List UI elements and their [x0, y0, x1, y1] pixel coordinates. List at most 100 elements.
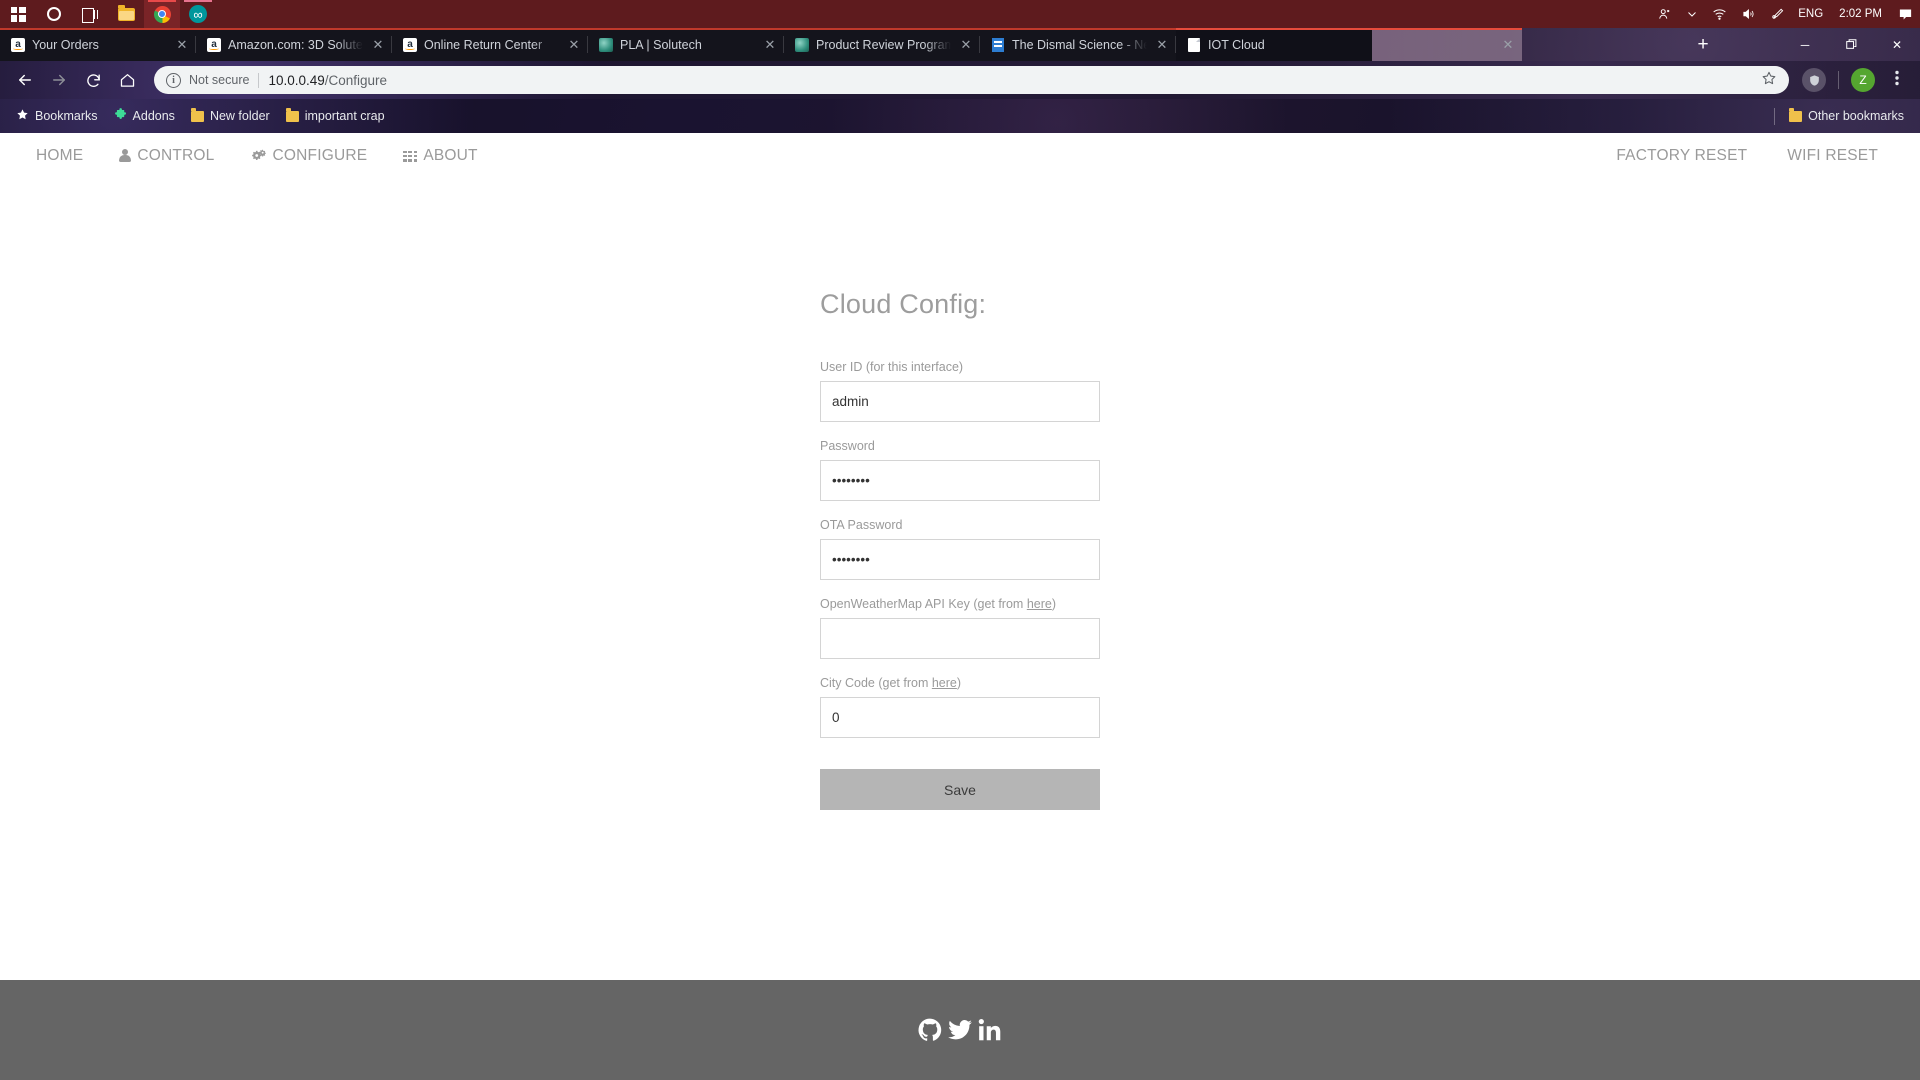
url-path: /Configure [324, 72, 388, 88]
reload-button[interactable] [76, 63, 110, 97]
show-hidden-icons-button[interactable] [1679, 0, 1705, 28]
forward-button[interactable] [42, 63, 76, 97]
browser-tab-partial[interactable]: ✕ [1372, 28, 1522, 61]
field-label-city-code: City Code (get from here) [820, 676, 1100, 690]
notification-icon[interactable] [1891, 0, 1920, 28]
tab-close-icon[interactable]: ✕ [174, 37, 190, 53]
url-text: 10.0.0.49/Configure [268, 73, 387, 88]
people-icon[interactable] [1651, 0, 1679, 28]
other-bookmarks-area: Other bookmarks [1774, 105, 1912, 127]
restore-button[interactable] [1828, 28, 1874, 61]
tab-title: The Dismal Science - New, Excitin [1012, 37, 1147, 52]
nav-label: FACTORY RESET [1616, 147, 1748, 164]
nav-item-home[interactable]: HOME [18, 147, 101, 165]
browser-tab[interactable]: a Amazon.com: 3D Solutech Real W ✕ [196, 28, 392, 61]
pen-icon[interactable] [1763, 0, 1791, 28]
city-code-input[interactable] [820, 697, 1100, 738]
chrome-icon [153, 5, 171, 23]
tab-title: PLA | Solutech [620, 37, 702, 52]
browser-tab[interactable]: Product Review Program | Solute ✕ [784, 28, 980, 61]
field-city-code: City Code (get from here) [820, 676, 1100, 738]
label-text: Password [820, 439, 875, 453]
city-code-here-link[interactable]: here [932, 676, 957, 690]
navbar-left-links: HOME CONTROL CONFIGURE ABOUT [18, 147, 496, 165]
github-icon[interactable] [917, 1017, 943, 1043]
nav-item-control[interactable]: CONTROL [101, 147, 232, 165]
address-bar[interactable]: i Not secure 10.0.0.49/Configure [154, 66, 1789, 94]
chrome-window: a Your Orders ✕ a Amazon.com: 3D Solutec… [0, 28, 1920, 133]
bookmark-folder-important-crap[interactable]: important crap [278, 105, 393, 127]
language-indicator[interactable]: ENG [1791, 0, 1830, 28]
page-content: HOME CONTROL CONFIGURE ABOUT FACTORY RES… [0, 133, 1920, 1080]
amazon-icon: a [11, 37, 25, 52]
bookmark-folder-new-folder[interactable]: New folder [183, 105, 278, 127]
extension-shield-button[interactable] [1797, 63, 1831, 97]
twitter-icon[interactable] [947, 1017, 973, 1043]
browser-tab[interactable]: The Dismal Science - New, Excitin ✕ [980, 28, 1176, 61]
site-footer [0, 980, 1920, 1080]
user-id-input[interactable] [820, 381, 1100, 422]
main-content: Cloud Config: User ID (for this interfac… [0, 179, 1920, 810]
minimize-button[interactable]: ─ [1782, 28, 1828, 61]
field-openweathermap-api-key: OpenWeatherMap API Key (get from here) [820, 597, 1100, 659]
cortana-button[interactable] [36, 0, 72, 28]
bookmark-item-addons[interactable]: Addons [106, 104, 183, 128]
openweathermap-here-link[interactable]: here [1027, 597, 1052, 611]
field-password: Password [820, 439, 1100, 501]
file-explorer-button[interactable] [108, 0, 144, 28]
label-text: City Code (get from [820, 676, 932, 690]
tab-close-icon[interactable]: ✕ [370, 37, 386, 53]
tab-close-icon[interactable]: ✕ [566, 37, 582, 53]
bookmark-label: important crap [304, 109, 385, 123]
task-view-button[interactable] [72, 0, 108, 28]
tab-close-icon[interactable]: ✕ [762, 37, 778, 53]
omnibox-divider [258, 72, 260, 88]
home-button[interactable] [110, 63, 144, 97]
tab-close-icon[interactable]: ✕ [958, 37, 974, 53]
nav-item-configure[interactable]: CONFIGURE [233, 147, 386, 165]
browser-tab[interactable]: PLA | Solutech ✕ [588, 28, 784, 61]
amazon-icon: a [207, 37, 221, 52]
chrome-menu-button[interactable] [1880, 63, 1914, 97]
bookmark-item-bookmarks[interactable]: Bookmarks [8, 104, 106, 128]
browser-tab-active[interactable]: IOT Cloud [1176, 28, 1372, 61]
gears-icon [251, 149, 267, 163]
nav-item-wifi-reset[interactable]: WIFI RESET [1767, 147, 1898, 165]
speaker-icon[interactable] [1734, 0, 1763, 28]
ota-password-input[interactable] [820, 539, 1100, 580]
new-tab-button[interactable]: + [1690, 34, 1716, 56]
tab-close-icon[interactable]: ✕ [1500, 37, 1516, 53]
chrome-taskbar-button[interactable] [144, 0, 180, 28]
linkedin-icon[interactable] [977, 1017, 1003, 1043]
start-button[interactable] [0, 0, 36, 28]
save-button[interactable]: Save [820, 769, 1100, 810]
field-label-ota-password: OTA Password [820, 518, 1100, 532]
folder-icon [1789, 108, 1803, 122]
other-bookmarks-button[interactable]: Other bookmarks [1781, 105, 1912, 127]
back-button[interactable] [8, 63, 42, 97]
other-bookmarks-label: Other bookmarks [1808, 109, 1904, 123]
close-button[interactable]: ✕ [1874, 28, 1920, 61]
nav-item-factory-reset[interactable]: FACTORY RESET [1596, 147, 1767, 165]
folder-icon [117, 4, 135, 21]
circle-search-icon [47, 7, 61, 21]
clock[interactable]: 2:02 PM [1830, 8, 1891, 20]
browser-tab[interactable]: a Online Return Center ✕ [392, 28, 588, 61]
tab-title: Your Orders [32, 37, 99, 52]
info-circle-icon[interactable]: i [166, 72, 181, 88]
folder-icon [285, 108, 299, 122]
label-suffix: ) [956, 676, 962, 690]
openweathermap-api-key-input[interactable] [820, 618, 1100, 659]
tab-close-icon[interactable]: ✕ [1154, 37, 1170, 53]
star-icon[interactable] [1761, 70, 1777, 90]
profile-button[interactable]: Z [1846, 63, 1880, 97]
field-user-id: User ID (for this interface) [820, 360, 1100, 422]
arduino-icon [189, 5, 207, 23]
nav-item-about[interactable]: ABOUT [385, 147, 495, 165]
cloud-config-form: Cloud Config: User ID (for this interfac… [820, 289, 1100, 810]
arduino-taskbar-button[interactable] [180, 0, 216, 28]
password-input[interactable] [820, 460, 1100, 501]
nav-label: CONFIGURE [272, 147, 368, 164]
wifi-icon[interactable] [1705, 0, 1734, 28]
browser-tab[interactable]: a Your Orders ✕ [0, 28, 196, 61]
